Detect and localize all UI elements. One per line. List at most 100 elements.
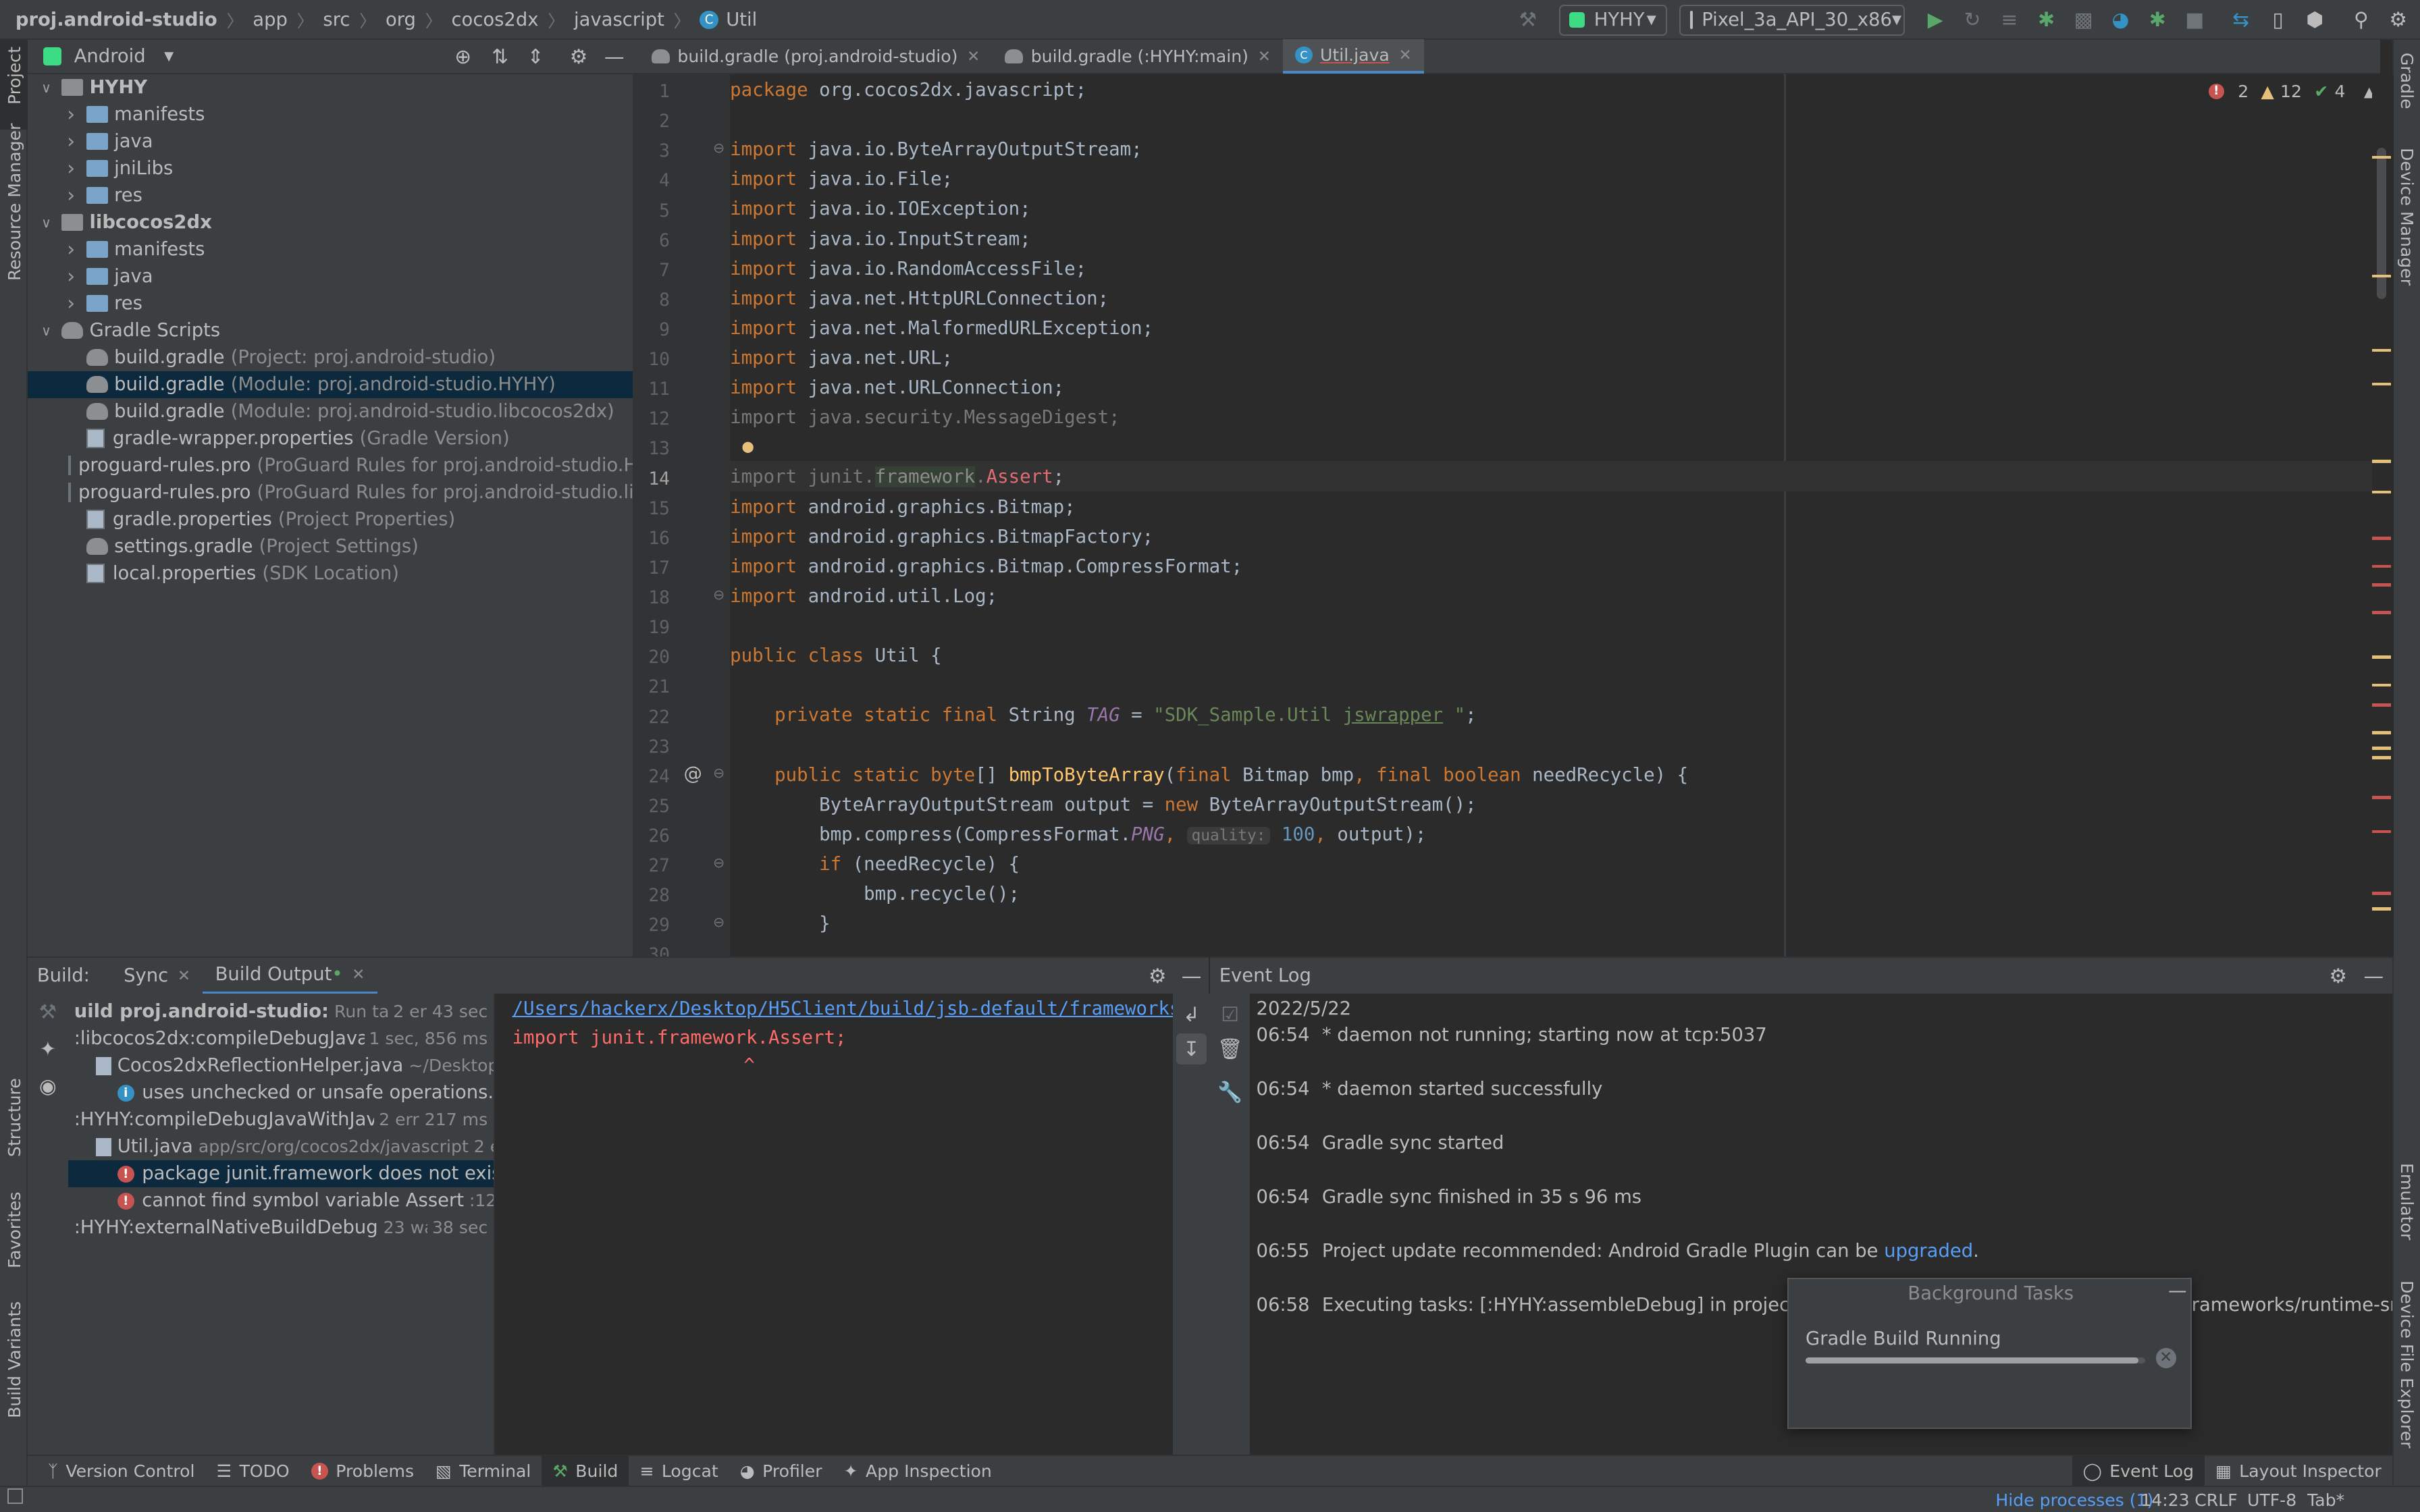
gear-icon[interactable]: ⚙: [567, 45, 591, 70]
chevron-down-icon[interactable]: ∨: [37, 323, 55, 339]
project-tree-item[interactable]: › java: [28, 263, 633, 290]
error-stripe-mark[interactable]: [2372, 755, 2391, 759]
chevron-right-icon[interactable]: ›: [61, 238, 80, 261]
editor-tab[interactable]: C Util.java ✕: [1283, 39, 1424, 74]
fold-marker-icon[interactable]: ⊖: [713, 855, 725, 871]
error-stripe-mark[interactable]: [2372, 731, 2391, 734]
close-icon[interactable]: ✕: [352, 966, 365, 983]
breadcrumb-item[interactable]: org: [386, 9, 416, 30]
error-stripe-mark[interactable]: [2372, 655, 2391, 659]
collapse-all-icon[interactable]: ⇕: [523, 45, 548, 70]
gear-icon[interactable]: ⚙: [1145, 964, 1170, 989]
run-config-combo[interactable]: HYHY ▼: [1558, 4, 1667, 36]
breadcrumb-item[interactable]: Util: [726, 9, 757, 30]
build-tab[interactable]: Sync ✕: [111, 957, 203, 994]
project-tree-item[interactable]: › manifests: [28, 236, 633, 263]
wrench-icon[interactable]: 🔧: [1217, 1080, 1242, 1105]
locate-icon[interactable]: ⊕: [450, 45, 475, 70]
build-tree-item[interactable]: ! cannot find symbol variable Assert :126: [117, 1187, 494, 1214]
upgrade-link[interactable]: upgraded: [1884, 1241, 1973, 1262]
resource-manager-tool-tab[interactable]: Resource Manager: [5, 124, 24, 281]
previous-highlight-icon[interactable]: ▲: [2364, 84, 2372, 100]
project-tree-item[interactable]: build.gradle (Module: proj.android-studio…: [28, 398, 633, 425]
project-tree-item[interactable]: › java: [28, 128, 633, 155]
project-tree-item[interactable]: local.properties (SDK Location): [28, 560, 633, 587]
caret-position[interactable]: 14:23: [2140, 1490, 2189, 1510]
fold-marker-icon[interactable]: ⊖: [713, 765, 725, 781]
rerun-icon[interactable]: ↻: [1960, 7, 1985, 32]
soft-wrap-icon[interactable]: ↲: [1179, 1003, 1204, 1028]
error-stripe-mark[interactable]: [2372, 564, 2391, 568]
project-tool-tab[interactable]: Project: [0, 40, 28, 130]
build-tree-item[interactable]: :HYHY:externalNativeBuildDebug 23 warni 3…: [74, 1214, 494, 1241]
project-tree-item[interactable]: gradle.properties (Project Properties): [28, 506, 633, 533]
version-control-tab[interactable]: ᛉ Version Control: [37, 1455, 206, 1486]
error-stripe-mark[interactable]: [2372, 907, 2391, 911]
todo-tab[interactable]: ☰ TODO: [206, 1455, 300, 1486]
indent-setting[interactable]: Tab*: [2307, 1490, 2344, 1510]
project-tree-item[interactable]: build.gradle (Module: proj.android-studio…: [28, 371, 633, 398]
hide-icon[interactable]: —: [602, 45, 627, 70]
emulator-tool-tab[interactable]: Emulator: [2397, 1163, 2417, 1240]
profile-icon[interactable]: ◕: [2108, 7, 2133, 32]
stop-icon[interactable]: ■: [2182, 7, 2207, 32]
project-tree-item[interactable]: build.gradle (Project: proj.android-studi…: [28, 344, 633, 371]
error-stripe-mark[interactable]: [2372, 583, 2391, 587]
project-tree-item[interactable]: gradle-wrapper.properties (Gradle Version…: [28, 425, 633, 452]
logcat-tab[interactable]: ≡ Logcat: [629, 1455, 729, 1486]
project-tree-item[interactable]: › res: [28, 290, 633, 317]
chevron-right-icon[interactable]: ›: [61, 265, 80, 288]
gradle-tool-tab[interactable]: Gradle: [2397, 53, 2417, 109]
error-stripe-mark[interactable]: [2372, 274, 2391, 278]
error-stripe-mark[interactable]: [2372, 460, 2391, 463]
event-log-tab[interactable]: ◯ Event Log: [2072, 1455, 2205, 1487]
problems-tab[interactable]: ! Problems: [300, 1455, 425, 1486]
minimize-icon[interactable]: —: [2168, 1280, 2186, 1301]
mark-read-icon[interactable]: ☑: [1217, 1003, 1242, 1028]
device-file-explorer-tool-tab[interactable]: Device File Explorer: [2397, 1280, 2417, 1449]
breadcrumb-item[interactable]: javascript: [574, 9, 664, 30]
error-stripe-mark[interactable]: [2372, 348, 2391, 352]
project-tree-item[interactable]: settings.gradle (Project Settings): [28, 533, 633, 560]
chevron-right-icon[interactable]: ›: [61, 130, 80, 153]
inspection-widget[interactable]: !2 ▲12 ✔4 ▲ ▼: [2208, 82, 2372, 101]
project-tree-item[interactable]: › jniLibs: [28, 155, 633, 182]
editor-tab[interactable]: build.gradle (proj.android-studio) ✕: [639, 39, 992, 73]
output-file-link[interactable]: /Users/hackerx/Desktop/H5Client/build/js…: [512, 998, 1174, 1019]
fold-marker-icon[interactable]: ⊖: [713, 914, 725, 930]
favorites-tool-tab[interactable]: Favorites: [5, 1191, 24, 1268]
breadcrumb-item[interactable]: src: [323, 9, 350, 30]
build-tree-item[interactable]: uild proj.android-studio: Run tasks... 2 …: [74, 998, 494, 1025]
layout-inspector-tab[interactable]: ▦ Layout Inspector: [2205, 1455, 2392, 1486]
fold-marker-icon[interactable]: ⊖: [713, 140, 725, 156]
hammer-icon[interactable]: ⚒: [36, 1000, 61, 1025]
build-variants-tool-tab[interactable]: Build Variants: [5, 1301, 24, 1418]
file-encoding[interactable]: UTF-8: [2247, 1490, 2296, 1510]
breadcrumb-item[interactable]: proj.android-studio: [16, 9, 217, 30]
structure-tool-tab[interactable]: Structure: [5, 1078, 24, 1157]
error-stripe-mark[interactable]: [2372, 537, 2391, 540]
expand-all-icon[interactable]: ⇅: [488, 45, 512, 70]
toggle-tool-windows-icon[interactable]: [7, 1488, 24, 1505]
device-manager-tool-tab[interactable]: Device Manager: [2397, 148, 2417, 286]
chevron-right-icon[interactable]: ›: [61, 292, 80, 315]
build-tree-item[interactable]: ! package junit.framework does not exist …: [68, 1160, 494, 1187]
breadcrumb-item[interactable]: app: [253, 9, 288, 30]
apply-changes-icon[interactable]: ≡: [1997, 7, 2022, 32]
chevron-down-icon[interactable]: ∨: [37, 215, 55, 231]
eye-icon[interactable]: ◉: [36, 1074, 61, 1099]
error-stripe-mark[interactable]: [2372, 155, 2391, 159]
profiler-tab[interactable]: ◕ Profiler: [729, 1455, 833, 1486]
project-tree-item[interactable]: ∨ libcocos2dx: [28, 209, 633, 236]
fold-marker-icon[interactable]: ⊖: [713, 587, 725, 603]
close-icon[interactable]: ✕: [1258, 48, 1271, 65]
project-tree-item[interactable]: › res: [28, 182, 633, 209]
scroll-to-end-icon[interactable]: ↧: [1176, 1033, 1207, 1065]
build-output[interactable]: /Users/hackerx/Desktop/H5Client/build/js…: [494, 993, 1174, 1455]
hide-icon[interactable]: —: [1179, 964, 1204, 989]
chevron-right-icon[interactable]: ›: [61, 157, 80, 180]
build-tab[interactable]: Build Output • ✕: [203, 957, 377, 994]
coverage-icon[interactable]: ▩: [2071, 7, 2096, 32]
gear-icon[interactable]: ⚙: [2386, 7, 2411, 32]
close-icon[interactable]: ✕: [1399, 47, 1412, 64]
